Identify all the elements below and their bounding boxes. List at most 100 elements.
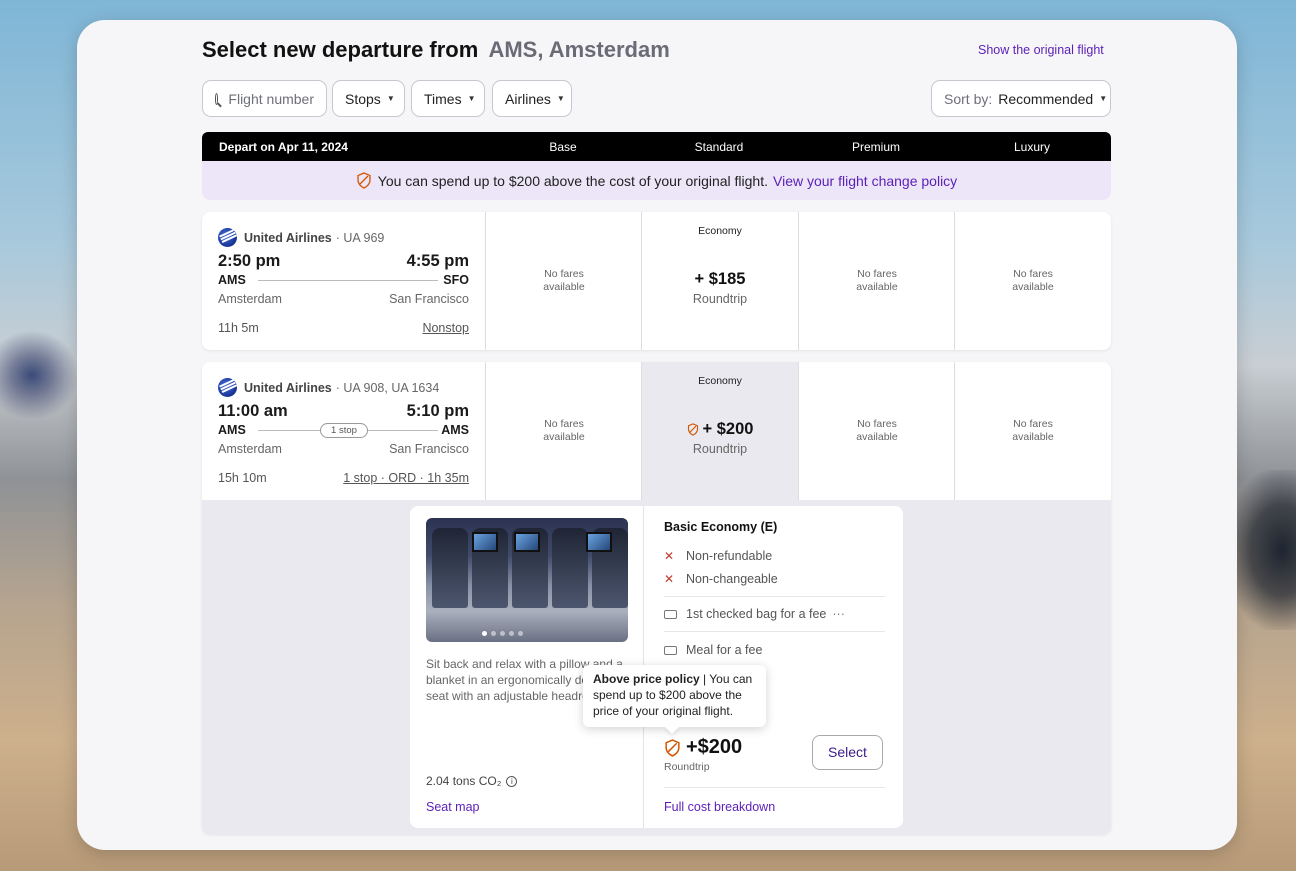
fare-detail-panel: Sit back and relax with a pillow and a b…	[410, 506, 903, 828]
detail-price: +$200	[686, 736, 743, 758]
depart-time: 2:50 pm	[218, 252, 281, 270]
trip-type: Roundtrip	[692, 442, 748, 456]
seatback-screen	[514, 532, 540, 552]
fare-cell-premium: No fares available	[798, 212, 955, 350]
policy-shield-icon[interactable]	[664, 738, 681, 757]
column-standard: Standard	[694, 140, 744, 154]
flight-card-expanded[interactable]: United Airlines · UA 908, UA 1634 11:00 …	[202, 362, 1111, 834]
airline-name: United Airlines	[244, 380, 332, 395]
fare-cell-standard[interactable]: Economy + $185 Roundtrip	[641, 212, 798, 350]
times-filter-button[interactable]: Times ▼	[411, 80, 485, 117]
feature-non-changeable: ✕ Non-changeable	[664, 572, 778, 586]
airline-name: United Airlines	[244, 230, 332, 245]
no-fares-text: No fares available	[1012, 268, 1054, 293]
trip-type: Roundtrip	[692, 292, 748, 306]
fare-cell-base: No fares available	[485, 212, 642, 350]
no-fares-text: No fares available	[856, 268, 898, 293]
feature-non-refundable: ✕ Non-refundable	[664, 549, 772, 563]
flight-duration: 15h 10m	[218, 471, 267, 485]
stops-filter-button[interactable]: Stops ▼	[332, 80, 405, 117]
fare-price: + $185	[694, 270, 746, 288]
seat-image	[432, 528, 468, 608]
policy-banner-text: You can spend up to $200 above the cost …	[377, 172, 768, 189]
feature-label: Non-changeable	[686, 572, 778, 586]
flight-card[interactable]: United Airlines · UA 969 2:50 pm 4:55 pm…	[202, 212, 1111, 350]
caret-down-icon: ▼	[556, 94, 565, 103]
carousel-dot[interactable]	[509, 631, 514, 636]
airline-row: United Airlines · UA 908, UA 1634	[218, 378, 439, 397]
flight-number-search[interactable]: Flight number	[202, 80, 327, 117]
times-filter-label: Times	[424, 90, 462, 107]
policy-shield-icon	[687, 423, 698, 436]
route-details-link[interactable]: Nonstop	[422, 321, 469, 335]
depart-date: Depart on Apr 11, 2024	[219, 140, 348, 154]
stops-filter-label: Stops	[345, 90, 381, 107]
route-line	[258, 280, 438, 281]
sort-value: Recommended	[998, 90, 1094, 107]
united-airlines-logo-icon	[218, 378, 237, 397]
tooltip-title: Above price policy	[593, 672, 700, 686]
flight-info: United Airlines · UA 908, UA 1634 11:00 …	[202, 362, 485, 500]
detail-trip-type: Roundtrip	[664, 761, 710, 773]
fare-cell-luxury: No fares available	[954, 212, 1111, 350]
fare-cell-premium: No fares available	[798, 362, 955, 500]
money-icon	[664, 645, 677, 655]
page-title: Select new departure from AMS, Amsterdam	[202, 37, 670, 63]
feature-divider	[664, 631, 885, 632]
airlines-filter-label: Airlines	[505, 90, 551, 107]
carousel-dot[interactable]	[491, 631, 496, 636]
x-icon: ✕	[664, 572, 675, 586]
fare-cell-base: No fares available	[485, 362, 642, 500]
stop-count-pill: 1 stop	[320, 423, 368, 438]
flight-change-policy-link[interactable]: View your flight change policy	[773, 173, 957, 189]
united-airlines-logo-icon	[218, 228, 237, 247]
fare-cell-standard-selected[interactable]: Economy + $200 Roundtrip	[641, 362, 798, 500]
arrive-time: 5:10 pm	[406, 402, 469, 420]
sort-label: Sort by:	[944, 90, 993, 107]
flight-duration: 11h 5m	[218, 321, 259, 335]
depart-time: 11:00 am	[218, 402, 288, 420]
route-details-link[interactable]: 1 stop · ORD · 1h 35m	[343, 471, 469, 485]
fare-price: + $200	[702, 420, 754, 438]
caret-down-icon: ▼	[386, 94, 395, 103]
feature-label: Meal for a fee	[686, 643, 763, 657]
seatback-screen	[472, 532, 498, 552]
carousel-dot[interactable]	[500, 631, 505, 636]
cabin-label: Economy	[698, 375, 742, 387]
arrive-time: 4:55 pm	[406, 252, 469, 270]
co2-emissions: 2.04 tons CO₂ i	[426, 774, 518, 788]
policy-tooltip: Above price policy | You can spend up to…	[583, 665, 766, 727]
feature-checked-bag: 1st checked bag for a fee ···	[664, 607, 845, 621]
no-fares-text: No fares available	[543, 418, 585, 443]
full-cost-breakdown-link[interactable]: Full cost breakdown	[664, 800, 775, 814]
x-icon: ✕	[664, 549, 675, 563]
airline-row: United Airlines · UA 969	[218, 228, 384, 247]
search-icon	[215, 92, 219, 105]
caret-down-icon: ▼	[1099, 94, 1108, 103]
origin-code: AMS	[218, 273, 246, 287]
background-plane-tail	[0, 330, 80, 420]
carousel-dot[interactable]	[518, 631, 523, 636]
column-luxury: Luxury	[1013, 140, 1051, 154]
seatback-screen	[586, 532, 612, 552]
policy-banner: You can spend up to $200 above the cost …	[202, 161, 1111, 200]
carousel-dots[interactable]	[482, 631, 523, 636]
feature-meal: Meal for a fee	[664, 643, 762, 657]
destination-code: SFO	[443, 273, 469, 287]
feature-label: 1st checked bag for a fee	[686, 607, 827, 621]
feature-label: Non-refundable	[686, 549, 773, 563]
flight-number: · UA 969	[335, 230, 385, 245]
more-icon[interactable]: ···	[832, 607, 845, 621]
select-fare-button[interactable]: Select	[812, 735, 883, 770]
no-fares-text: No fares available	[856, 418, 898, 443]
airlines-filter-button[interactable]: Airlines ▼	[492, 80, 572, 117]
page-title-prefix: Select new departure from	[202, 37, 479, 62]
co2-value: 2.04 tons CO₂	[426, 774, 502, 788]
seat-map-link[interactable]: Seat map	[426, 800, 480, 814]
flight-card-top: United Airlines · UA 908, UA 1634 11:00 …	[202, 362, 1111, 500]
info-icon[interactable]: i	[506, 775, 518, 787]
sort-dropdown[interactable]: Sort by: Recommended ▼	[931, 80, 1111, 117]
show-original-flight-link[interactable]: Show the original flight	[978, 43, 1104, 57]
carousel-dot[interactable]	[482, 631, 487, 636]
cabin-photo-carousel[interactable]	[426, 518, 628, 642]
